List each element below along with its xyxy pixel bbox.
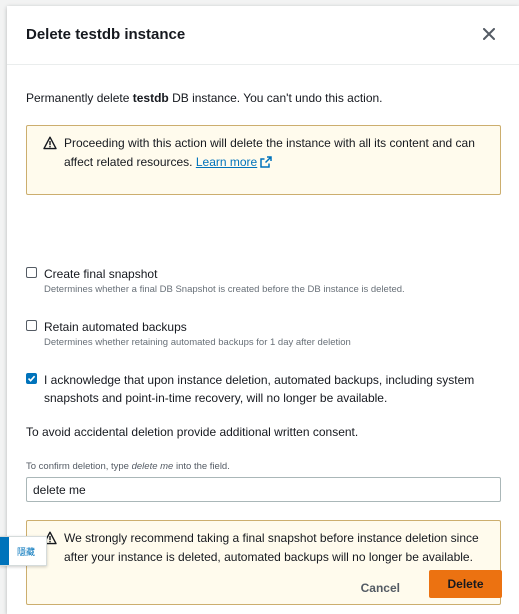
option-acknowledge[interactable]: I acknowledge that upon instance deletio… bbox=[26, 371, 501, 407]
option-create-final-snapshot[interactable]: Create final snapshot Determines whether… bbox=[26, 265, 501, 297]
confirm-label-suffix: into the field. bbox=[173, 461, 230, 472]
confirm-field-label: To confirm deletion, type delete me into… bbox=[26, 461, 230, 472]
widget-accent-bar bbox=[0, 537, 9, 565]
hide-widget[interactable]: 隱藏 bbox=[0, 536, 47, 566]
option-description: Determines whether retaining automated b… bbox=[44, 337, 351, 348]
intro-prefix: Permanently delete bbox=[26, 91, 133, 105]
option-label: Create final snapshot bbox=[44, 267, 158, 281]
alert-bottom-text: We strongly recommend taking a final sna… bbox=[64, 531, 479, 564]
intro-text: Permanently delete testdb DB instance. Y… bbox=[26, 91, 383, 105]
warning-icon bbox=[43, 136, 57, 150]
warning-alert-top: Proceeding with this action will delete … bbox=[26, 125, 501, 195]
option-label: Retain automated backups bbox=[44, 320, 187, 334]
option-label: I acknowledge that upon instance deletio… bbox=[44, 373, 475, 405]
checkmark-icon bbox=[27, 375, 36, 382]
intro-suffix: DB instance. You can't undo this action. bbox=[168, 91, 383, 105]
confirm-deletion-input[interactable] bbox=[26, 477, 501, 502]
confirm-label-prefix: To confirm deletion, type bbox=[26, 461, 132, 472]
modal-header: Delete testdb instance bbox=[7, 6, 519, 65]
delete-instance-modal: Delete testdb instance Permanently delet… bbox=[7, 6, 519, 614]
modal-title: Delete testdb instance bbox=[26, 25, 186, 43]
external-link-icon bbox=[260, 156, 272, 168]
option-retain-automated-backups[interactable]: Retain automated backups Determines whet… bbox=[26, 318, 501, 350]
consent-text: To avoid accidental deletion provide add… bbox=[26, 425, 359, 439]
instance-name: testdb bbox=[132, 91, 169, 105]
delete-button[interactable]: Delete bbox=[429, 570, 502, 598]
learn-more-link[interactable]: Learn more bbox=[196, 155, 257, 169]
hide-widget-label[interactable]: 隱藏 bbox=[17, 545, 35, 558]
retain-automated-backups-checkbox[interactable] bbox=[26, 320, 37, 331]
modal-footer: Cancel Delete bbox=[7, 566, 519, 614]
confirm-label-emphasis: delete me bbox=[131, 461, 174, 472]
close-button[interactable] bbox=[477, 22, 501, 46]
acknowledge-checkbox[interactable] bbox=[26, 373, 37, 384]
cancel-button[interactable]: Cancel bbox=[355, 578, 406, 598]
create-final-snapshot-checkbox[interactable] bbox=[26, 267, 37, 278]
close-icon bbox=[483, 28, 495, 40]
option-description: Determines whether a final DB Snapshot i… bbox=[44, 284, 405, 295]
